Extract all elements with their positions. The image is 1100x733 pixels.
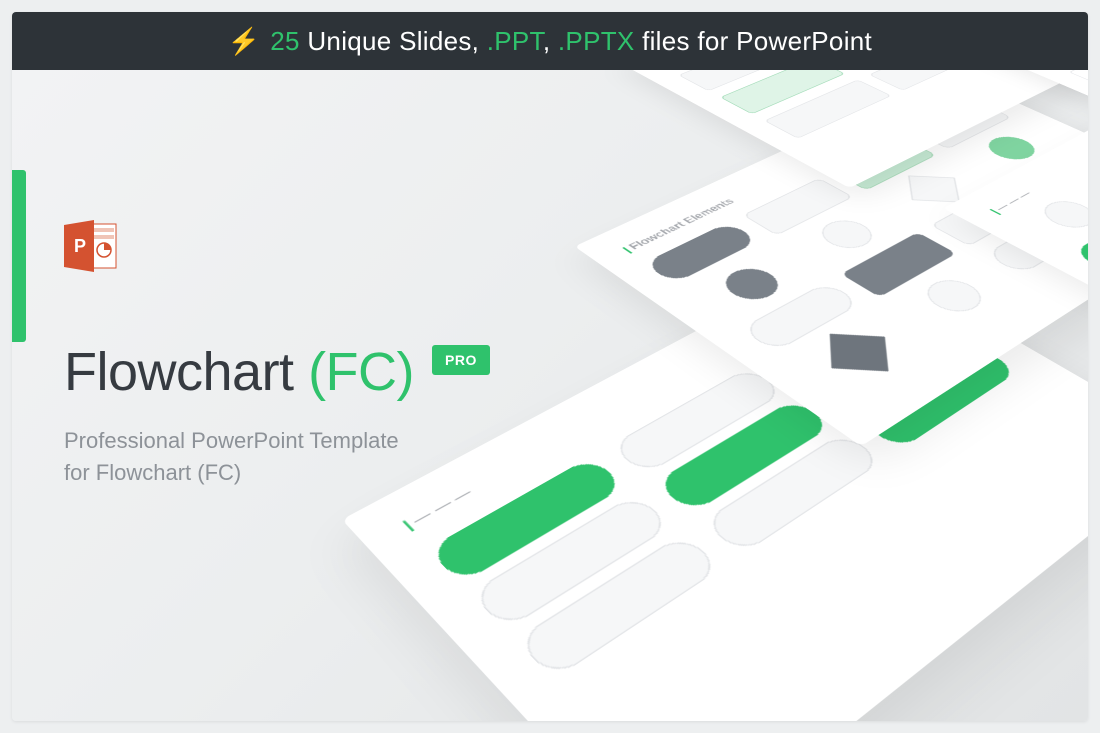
- body-area: | — — — | Flowchart Elements | Informati…: [12, 70, 1088, 721]
- subtitle: Professional PowerPoint Template for Flo…: [64, 425, 584, 489]
- file-ext-pptx: .PPTX: [558, 26, 635, 56]
- main-content: P Flowchart (FC) PRO Professional PowerP…: [64, 220, 584, 489]
- file-ext-ppt: .PPT: [487, 26, 543, 56]
- svg-text:P: P: [74, 236, 86, 256]
- pro-badge: PRO: [432, 345, 490, 375]
- top-announcement-text: 25 Unique Slides, .PPT, .PPTX files for …: [270, 26, 872, 57]
- lightning-icon: ⚡: [228, 26, 260, 57]
- slide-count: 25: [270, 26, 300, 56]
- main-title: Flowchart (FC): [64, 341, 414, 403]
- title-fc-accent: (FC): [308, 342, 414, 402]
- top-announcement-bar: ⚡ 25 Unique Slides, .PPT, .PPTX files fo…: [12, 12, 1088, 70]
- powerpoint-icon: P: [64, 220, 118, 272]
- promo-card: ⚡ 25 Unique Slides, .PPT, .PPTX files fo…: [12, 12, 1088, 721]
- green-accent-bar: [12, 170, 26, 342]
